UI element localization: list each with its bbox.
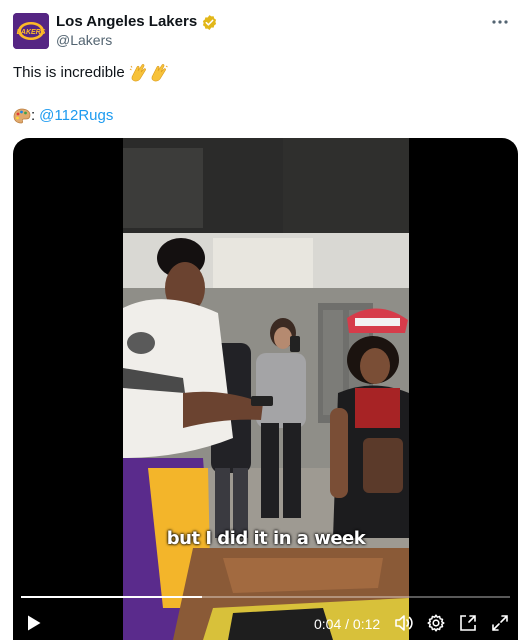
volume-icon — [395, 615, 413, 631]
account-name[interactable]: Los Angeles Lakers — [56, 13, 197, 31]
time-total: 0:12 — [352, 616, 381, 632]
video-progress-bar[interactable] — [21, 596, 510, 598]
picture-in-picture-icon — [460, 615, 476, 631]
lakers-logo-icon: LAKERS — [13, 13, 49, 49]
video-controls: 0:04 / 0:12 — [13, 608, 518, 638]
account-avatar[interactable]: LAKERS — [13, 13, 49, 49]
account-handle[interactable]: @Lakers — [56, 32, 112, 48]
video-still-image — [123, 138, 409, 640]
credit-separator: : — [31, 107, 36, 124]
artist-palette-emoji-icon — [13, 108, 31, 124]
time-separator: / — [345, 616, 350, 632]
video-caption: but I did it in a week — [166, 528, 366, 549]
more-options-icon[interactable] — [492, 12, 508, 30]
video-player[interactable]: but I did it in a week 0:04 / 0:12 — [13, 138, 518, 640]
play-icon — [28, 615, 41, 631]
credit-line: : @112Rugs — [13, 106, 113, 126]
volume-button[interactable] — [394, 613, 414, 638]
video-time: 0:04 / 0:12 — [314, 616, 380, 632]
video-frame[interactable]: but I did it in a week — [123, 138, 409, 640]
fullscreen-icon — [492, 615, 508, 631]
video-progress-fill — [21, 596, 202, 598]
settings-button[interactable] — [426, 613, 446, 638]
avatar-text: LAKERS — [17, 29, 46, 36]
clapping-hands-emoji-icon — [129, 64, 168, 82]
fullscreen-button[interactable] — [490, 613, 510, 638]
time-current: 0:04 — [314, 616, 342, 632]
gear-icon — [427, 614, 445, 632]
account-name-row: Los Angeles Lakers — [56, 13, 218, 31]
tweet-text-content: This is incredible — [13, 64, 125, 81]
pip-button[interactable] — [458, 613, 478, 638]
credit-mention-link[interactable]: @112Rugs — [39, 106, 113, 126]
tweet-text: This is incredible — [13, 63, 169, 83]
play-button[interactable] — [26, 614, 42, 637]
verified-badge-icon — [203, 14, 217, 30]
